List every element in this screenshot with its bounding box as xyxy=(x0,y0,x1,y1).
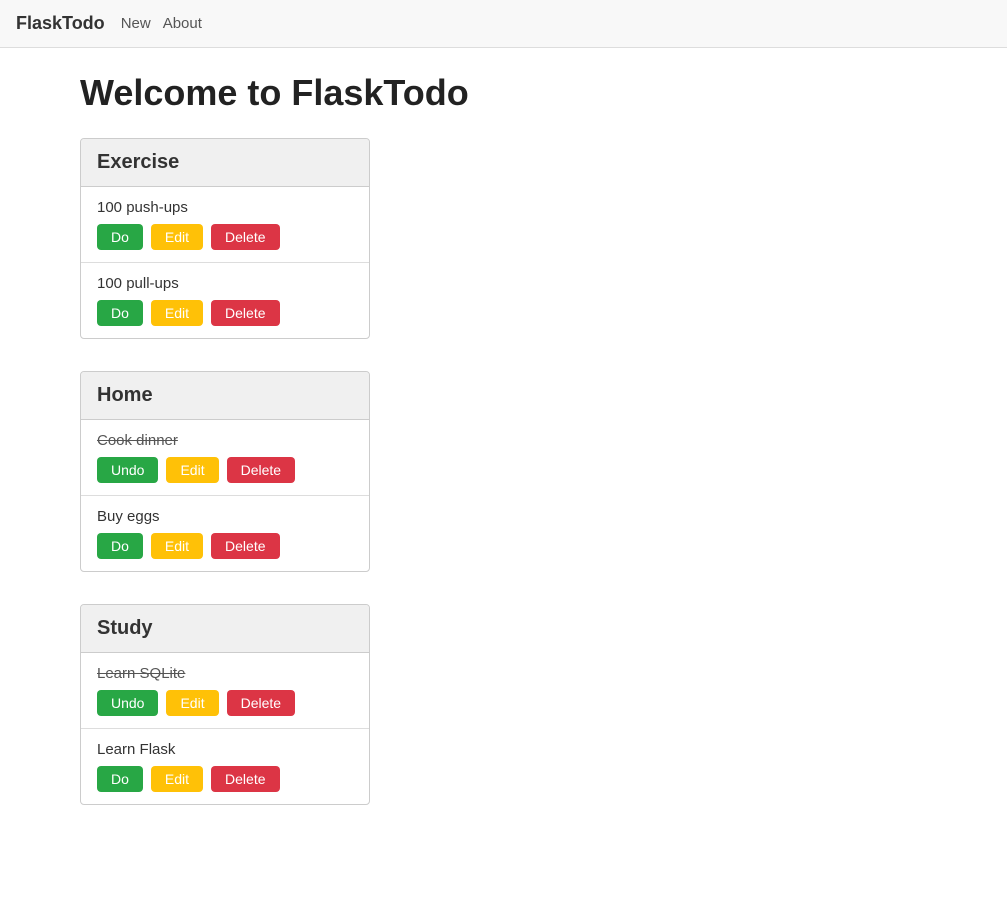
task-item: 100 push-ups Do Edit Delete xyxy=(81,187,369,263)
task-item: 100 pull-ups Do Edit Delete xyxy=(81,263,369,338)
edit-button[interactable]: Edit xyxy=(151,300,203,326)
delete-button[interactable]: Delete xyxy=(227,457,295,483)
task-item: Learn Flask Do Edit Delete xyxy=(81,729,369,804)
category-header-exercise: Exercise xyxy=(81,139,369,187)
task-actions: Do Edit Delete xyxy=(97,300,353,326)
task-actions: Undo Edit Delete xyxy=(97,457,353,483)
delete-button[interactable]: Delete xyxy=(227,690,295,716)
task-name: Buy eggs xyxy=(97,508,353,525)
delete-button[interactable]: Delete xyxy=(211,224,279,250)
delete-button[interactable]: Delete xyxy=(211,300,279,326)
task-item: Learn SQLite Undo Edit Delete xyxy=(81,653,369,729)
do-button[interactable]: Do xyxy=(97,766,143,792)
task-item: Buy eggs Do Edit Delete xyxy=(81,496,369,571)
task-name: 100 push-ups xyxy=(97,199,353,216)
task-name: Cook dinner xyxy=(97,432,353,449)
page-title: Welcome to FlaskTodo xyxy=(80,72,927,114)
delete-button[interactable]: Delete xyxy=(211,533,279,559)
category-header-study: Study xyxy=(81,605,369,653)
do-button[interactable]: Do xyxy=(97,533,143,559)
edit-button[interactable]: Edit xyxy=(166,457,218,483)
task-actions: Undo Edit Delete xyxy=(97,690,353,716)
main-content: Welcome to FlaskTodo Exercise100 push-up… xyxy=(0,48,1007,861)
categories-container: Exercise100 push-upsDoEditDelete100 pull… xyxy=(80,138,927,805)
do-button[interactable]: Do xyxy=(97,224,143,250)
task-name: 100 pull-ups xyxy=(97,275,353,292)
nav-new-link[interactable]: New xyxy=(121,15,151,32)
edit-button[interactable]: Edit xyxy=(151,224,203,250)
edit-button[interactable]: Edit xyxy=(166,690,218,716)
delete-button[interactable]: Delete xyxy=(211,766,279,792)
category-header-home: Home xyxy=(81,372,369,420)
category-card-exercise: Exercise100 push-upsDoEditDelete100 pull… xyxy=(80,138,370,339)
undo-button[interactable]: Undo xyxy=(97,457,158,483)
edit-button[interactable]: Edit xyxy=(151,533,203,559)
task-actions: Do Edit Delete xyxy=(97,224,353,250)
do-button[interactable]: Do xyxy=(97,300,143,326)
task-item: Cook dinner Undo Edit Delete xyxy=(81,420,369,496)
task-actions: Do Edit Delete xyxy=(97,533,353,559)
edit-button[interactable]: Edit xyxy=(151,766,203,792)
nav-about-link[interactable]: About xyxy=(163,15,202,32)
task-actions: Do Edit Delete xyxy=(97,766,353,792)
task-name: Learn Flask xyxy=(97,741,353,758)
category-card-study: StudyLearn SQLiteUndoEditDeleteLearn Fla… xyxy=(80,604,370,805)
task-name: Learn SQLite xyxy=(97,665,353,682)
undo-button[interactable]: Undo xyxy=(97,690,158,716)
nav-brand: FlaskTodo xyxy=(16,13,105,34)
navbar: FlaskTodo New About xyxy=(0,0,1007,48)
category-card-home: Home Cook dinner Undo Edit Delete Buy eggs Do E… xyxy=(80,371,370,572)
